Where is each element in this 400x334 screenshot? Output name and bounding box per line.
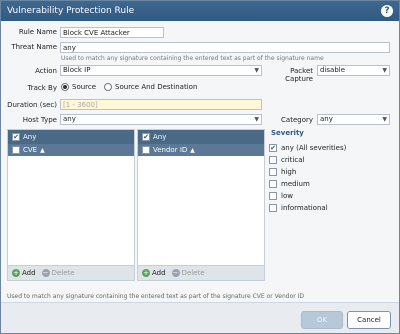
category-value: any: [320, 115, 333, 123]
chevron-down-icon: ▼: [254, 67, 259, 74]
checkbox-icon[interactable]: [269, 192, 277, 200]
chevron-down-icon: ▼: [254, 116, 259, 123]
severity-item-any[interactable]: ✔ any (All severities): [269, 142, 346, 154]
packet-capture-dropdown[interactable]: disable ▼: [317, 65, 390, 76]
cve-panel-footer: + Add − Delete: [8, 265, 134, 280]
severity-label: critical: [281, 156, 305, 164]
severity-item-medium[interactable]: medium: [269, 178, 346, 190]
cve-any-label: Any: [23, 133, 37, 141]
sort-ascending-icon[interactable]: ▲: [40, 147, 45, 154]
cve-delete-button[interactable]: − Delete: [41, 268, 75, 277]
help-icon[interactable]: ?: [381, 5, 393, 17]
checkbox-icon[interactable]: [142, 146, 150, 154]
packet-capture-label: Packet Capture: [285, 67, 313, 83]
sort-ascending-icon[interactable]: ▲: [190, 147, 195, 154]
duration-input[interactable]: [1 - 3600]: [60, 99, 262, 110]
action-dropdown[interactable]: Block IP ▼: [60, 65, 262, 76]
chevron-down-icon: ▼: [382, 67, 387, 74]
track-by-radio-group: Source Source And Destination: [61, 83, 205, 91]
severity-label: any (All severities): [281, 144, 347, 152]
vendor-column-label: Vendor ID: [153, 146, 188, 154]
host-type-value: any: [63, 115, 76, 123]
checkbox-icon[interactable]: [269, 204, 277, 212]
rule-name-label: Rule Name: [18, 28, 57, 36]
checkbox-icon[interactable]: [269, 156, 277, 164]
duration-label: Duration (sec): [7, 101, 57, 109]
threat-name-input[interactable]: any: [60, 42, 390, 53]
vendor-any-label: Any: [153, 133, 167, 141]
cve-add-label: Add: [22, 269, 36, 277]
vulnerability-rule-dialog: Vulnerability Protection Rule ? Rule Nam…: [0, 0, 400, 334]
dialog-button-bar: OK Cancel: [1, 302, 399, 333]
checkbox-checked-icon[interactable]: ✔: [269, 144, 277, 152]
vendor-panel: ✔ Any Vendor ID ▲ + Add − Delete: [137, 129, 265, 281]
packet-capture-value: disable: [320, 66, 346, 74]
rule-name-input[interactable]: Block CVE Attacker: [60, 27, 164, 38]
track-by-source-destination-label: Source And Destination: [115, 83, 198, 91]
vendor-delete-label: Delete: [181, 269, 205, 277]
category-label: Category: [281, 116, 313, 124]
track-by-label: Track By: [27, 84, 58, 92]
host-type-label: Host Type: [22, 116, 57, 124]
severity-label: medium: [281, 180, 310, 188]
minus-icon: −: [41, 268, 50, 277]
checkbox-checked-icon[interactable]: ✔: [12, 133, 20, 141]
action-label: Action: [35, 67, 57, 75]
cve-any-header[interactable]: ✔ Any: [8, 130, 134, 144]
track-by-source-destination-option[interactable]: Source And Destination: [104, 83, 197, 91]
severity-item-critical[interactable]: critical: [269, 154, 346, 166]
cve-delete-label: Delete: [51, 269, 75, 277]
cve-vendor-help-text: Used to match any signature containing t…: [7, 293, 305, 300]
track-by-source-label: Source: [72, 83, 97, 91]
cve-column-header[interactable]: CVE ▲: [8, 144, 134, 156]
dialog-titlebar: Vulnerability Protection Rule ?: [1, 1, 399, 21]
severity-title: Severity: [271, 129, 304, 137]
plus-icon: +: [12, 268, 20, 277]
cancel-button[interactable]: Cancel: [347, 311, 391, 329]
severity-item-informational[interactable]: informational: [269, 202, 346, 214]
severity-label: high: [281, 168, 297, 176]
severity-item-low[interactable]: low: [269, 190, 346, 202]
threat-name-help: Used to match any signature containing t…: [61, 55, 324, 62]
minus-icon: −: [171, 268, 180, 277]
checkbox-checked-icon[interactable]: ✔: [142, 133, 150, 141]
vendor-delete-button[interactable]: − Delete: [171, 268, 205, 277]
severity-label: low: [281, 192, 293, 200]
severity-list: ✔ any (All severities) critical high med…: [269, 142, 346, 214]
radio-selected-icon: [61, 83, 69, 91]
cve-add-button[interactable]: + Add: [12, 269, 36, 277]
severity-label: informational: [281, 204, 328, 212]
cve-panel: ✔ Any CVE ▲ + Add − Delete: [7, 129, 135, 281]
track-by-source-option[interactable]: Source: [61, 83, 96, 91]
checkbox-icon[interactable]: [12, 146, 20, 154]
severity-item-high[interactable]: high: [269, 166, 346, 178]
action-value: Block IP: [63, 66, 91, 74]
vendor-add-label: Add: [152, 269, 166, 277]
vendor-any-header[interactable]: ✔ Any: [138, 130, 264, 144]
ok-button[interactable]: OK: [301, 311, 343, 329]
vendor-panel-footer: + Add − Delete: [138, 265, 264, 280]
radio-unselected-icon: [104, 83, 113, 91]
chevron-down-icon: ▼: [382, 116, 387, 123]
host-type-dropdown[interactable]: any ▼: [60, 114, 262, 125]
vendor-column-header[interactable]: Vendor ID ▲: [138, 144, 264, 156]
category-dropdown[interactable]: any ▼: [317, 114, 390, 125]
cve-column-label: CVE: [23, 146, 38, 154]
checkbox-icon[interactable]: [269, 180, 277, 188]
checkbox-icon[interactable]: [269, 168, 277, 176]
threat-name-label: Threat Name: [11, 43, 57, 51]
vendor-add-button[interactable]: + Add: [142, 269, 166, 277]
plus-icon: +: [142, 268, 150, 277]
dialog-title: Vulnerability Protection Rule: [7, 6, 135, 16]
